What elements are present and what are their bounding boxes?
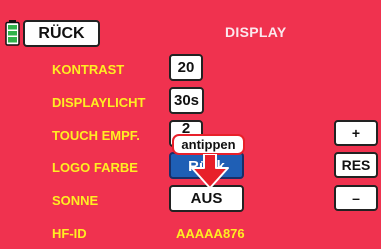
logo-color-label: LOGO FARBE: [52, 160, 138, 175]
hf-id-label: HF-ID: [52, 226, 87, 241]
back-button[interactable]: RÜCK: [23, 20, 100, 47]
backlight-value[interactable]: 30s: [169, 87, 204, 114]
backlight-label: DISPLAYLICHT: [52, 95, 146, 110]
plus-button[interactable]: +: [334, 120, 378, 146]
page-title: DISPLAY: [225, 24, 287, 40]
battery-icon: [5, 20, 20, 46]
hf-id-value: AAAAA876: [176, 226, 245, 241]
contrast-value[interactable]: 20: [169, 54, 203, 81]
sun-label: SONNE: [52, 193, 99, 208]
display-settings-screen: RÜCK DISPLAY KONTRAST 20 DISPLAYLICHT 30…: [0, 0, 381, 249]
tap-callout: antippen: [172, 134, 245, 155]
sun-value[interactable]: AUS: [169, 185, 244, 212]
reset-button[interactable]: RES: [334, 152, 378, 178]
contrast-label: KONTRAST: [52, 62, 125, 77]
arrow-down-icon: [191, 154, 229, 189]
minus-button[interactable]: –: [334, 185, 378, 211]
touch-sensitivity-label: TOUCH EMPF.: [52, 128, 140, 143]
